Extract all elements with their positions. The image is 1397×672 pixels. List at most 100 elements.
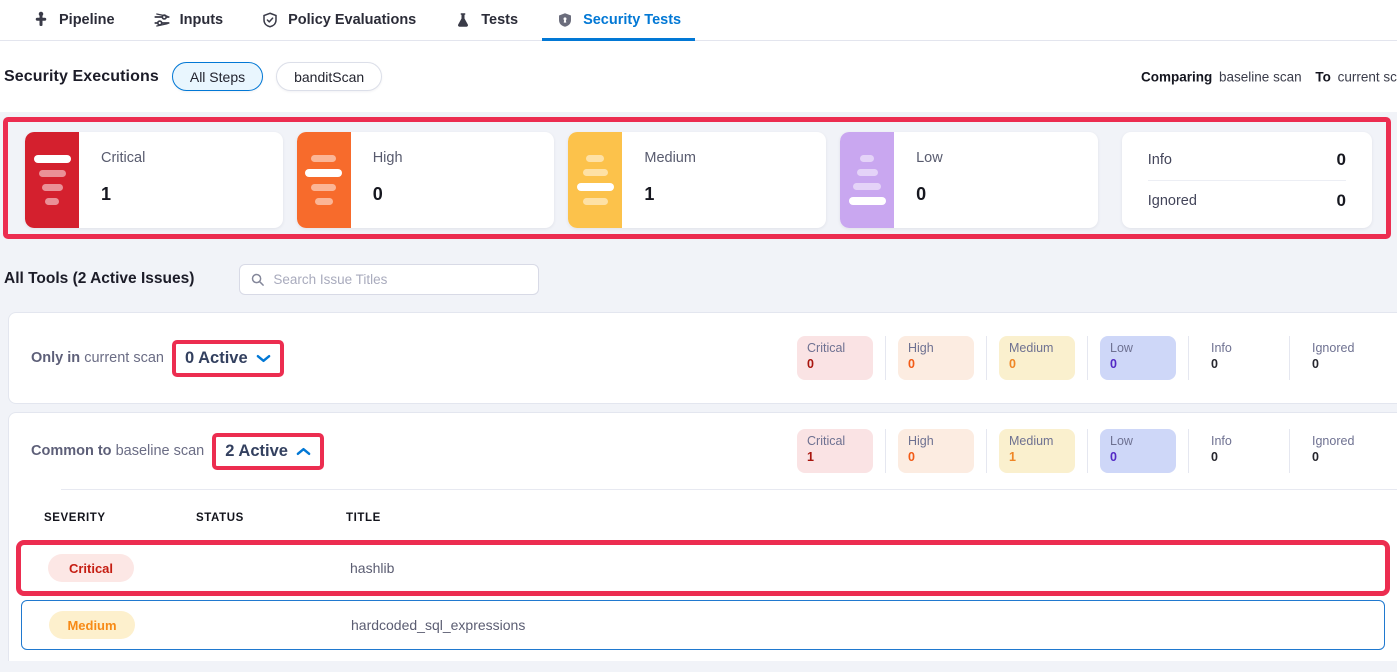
- chip-value: 0: [807, 357, 863, 371]
- issue-row-hashlib[interactable]: Critical hashlib: [21, 545, 1385, 591]
- pipeline-icon: [32, 11, 50, 29]
- filter-pill-banditscan[interactable]: banditScan: [276, 62, 382, 91]
- chip-value: 0: [908, 357, 964, 371]
- col-title: TITLE: [346, 512, 1397, 524]
- chip-label: Info: [1211, 434, 1267, 448]
- annotation-rect-only-in-active-dropdown: 0 Active: [172, 340, 284, 377]
- top-tab-bar: Pipeline Inputs Policy Evaluations Tests…: [0, 0, 1397, 41]
- card-label: Medium: [644, 150, 696, 166]
- card-count: 0: [916, 184, 943, 205]
- tab-label: Tests: [481, 12, 518, 28]
- group-panel-only-in-current-scan: Only in current scan 0 Active Critical 0…: [8, 312, 1397, 404]
- tab-label: Security Tests: [583, 12, 681, 28]
- chip-label: Medium: [1009, 434, 1065, 448]
- chip-label: Low: [1110, 341, 1166, 355]
- tab-pipeline[interactable]: Pipeline: [18, 0, 129, 40]
- severity-chips-row: Critical 0 High 0 Medium 0 Low 0 Info 0 …: [785, 336, 1390, 380]
- all-tools-bar: All Tools (2 Active Issues): [0, 247, 1397, 311]
- all-tools-title: All Tools (2 Active Issues): [4, 270, 194, 288]
- critical-severity-bars-icon: [25, 132, 79, 228]
- chip-info: Info 0: [1201, 336, 1277, 380]
- high-severity-bars-icon: [297, 132, 351, 228]
- card-count: 1: [644, 184, 696, 205]
- summary-card-high[interactable]: High 0: [297, 132, 555, 228]
- tab-inputs[interactable]: Inputs: [139, 0, 238, 40]
- chip-medium: Medium 1: [999, 429, 1075, 473]
- severity-summary-row: Critical 1 High 0 Medium 1: [25, 132, 1372, 228]
- summary-card-info-ignored[interactable]: Info 0 Ignored 0: [1122, 132, 1372, 228]
- ignored-row: Ignored 0: [1148, 180, 1346, 220]
- chip-critical: Critical 0: [797, 336, 873, 380]
- severity-badge-critical: Critical: [48, 554, 134, 582]
- group-scan-name: current scan: [84, 350, 164, 366]
- info-label: Info: [1148, 152, 1172, 168]
- severity-badge-medium: Medium: [49, 611, 135, 639]
- chip-label: Medium: [1009, 341, 1065, 355]
- group-prefix: Only in: [31, 350, 80, 366]
- comparing-baseline-value[interactable]: baseline scan: [1219, 69, 1302, 84]
- chip-value: 0: [1312, 450, 1368, 464]
- info-row: Info 0: [1148, 140, 1346, 180]
- chip-label: High: [908, 434, 964, 448]
- tab-tests[interactable]: Tests: [440, 0, 532, 40]
- chevron-down-icon[interactable]: [256, 353, 271, 364]
- chip-label: Low: [1110, 434, 1166, 448]
- tab-security-tests[interactable]: Security Tests: [542, 0, 695, 40]
- medium-severity-bars-icon: [568, 132, 622, 228]
- search-icon: [250, 272, 265, 287]
- chip-info: Info 0: [1201, 429, 1277, 473]
- group-row: Only in current scan 0 Active Critical 0…: [9, 313, 1397, 403]
- issue-title: hashlib: [350, 560, 1385, 576]
- filter-pill-all-steps[interactable]: All Steps: [172, 62, 263, 91]
- chip-label: Ignored: [1312, 434, 1368, 448]
- search-input[interactable]: [273, 272, 528, 287]
- comparing-current-value[interactable]: current scan: [1338, 69, 1397, 84]
- chip-ignored: Ignored 0: [1302, 336, 1378, 380]
- summary-card-low[interactable]: Low 0: [840, 132, 1098, 228]
- issue-title: hardcoded_sql_expressions: [351, 617, 1384, 633]
- severity-chips-row: Critical 1 High 0 Medium 1 Low 0 Info 0 …: [785, 429, 1390, 473]
- security-executions-header: Security Executions All Steps banditScan…: [0, 41, 1397, 112]
- col-severity: SEVERITY: [44, 512, 196, 524]
- active-count-dropdown[interactable]: 0 Active: [185, 349, 248, 368]
- col-status: STATUS: [196, 512, 346, 524]
- active-count-dropdown[interactable]: 2 Active: [225, 442, 288, 461]
- chip-label: Ignored: [1312, 341, 1368, 355]
- comparing-to-label: To: [1315, 69, 1331, 84]
- tab-policy-evaluations[interactable]: Policy Evaluations: [247, 0, 430, 40]
- ignored-count: 0: [1337, 191, 1346, 211]
- comparing-text: Comparing baseline scan To current scan: [1141, 69, 1397, 84]
- chip-medium: Medium 0: [999, 336, 1075, 380]
- chip-label: Info: [1211, 341, 1267, 355]
- annotation-rect-summary-cards: Critical 1 High 0 Medium 1: [3, 117, 1391, 239]
- security-tests-content: Critical 1 High 0 Medium 1: [0, 112, 1397, 672]
- chip-low: Low 0: [1100, 336, 1176, 380]
- group-prefix: Common to: [31, 443, 112, 459]
- group-label: Only in current scan: [31, 350, 164, 366]
- comparing-label: Comparing: [1141, 69, 1212, 84]
- card-label: Critical: [101, 150, 145, 166]
- group-panel-common-to-baseline-scan: Common to baseline scan 2 Active Critica…: [8, 412, 1397, 661]
- chip-value: 1: [1009, 450, 1065, 464]
- ignored-label: Ignored: [1148, 193, 1197, 209]
- inputs-icon: [153, 11, 171, 29]
- chevron-up-icon[interactable]: [296, 446, 311, 457]
- issue-row-hardcoded-sql-expressions[interactable]: Medium hardcoded_sql_expressions: [21, 600, 1385, 650]
- chip-critical: Critical 1: [797, 429, 873, 473]
- chip-value: 0: [908, 450, 964, 464]
- group-row: Common to baseline scan 2 Active Critica…: [9, 413, 1397, 489]
- chip-high: High 0: [898, 429, 974, 473]
- tab-label: Inputs: [180, 12, 224, 28]
- chip-value: 0: [1110, 357, 1166, 371]
- annotation-rect-critical-issue-row: Critical hashlib: [16, 540, 1390, 596]
- chip-low: Low 0: [1100, 429, 1176, 473]
- summary-card-critical[interactable]: Critical 1: [25, 132, 283, 228]
- chip-value: 0: [1009, 357, 1065, 371]
- chip-value: 0: [1312, 357, 1368, 371]
- summary-card-medium[interactable]: Medium 1: [568, 132, 826, 228]
- issue-search-box[interactable]: [239, 264, 539, 295]
- chip-value: 0: [1110, 450, 1166, 464]
- card-count: 0: [373, 184, 403, 205]
- chip-label: Critical: [807, 341, 863, 355]
- chip-label: Critical: [807, 434, 863, 448]
